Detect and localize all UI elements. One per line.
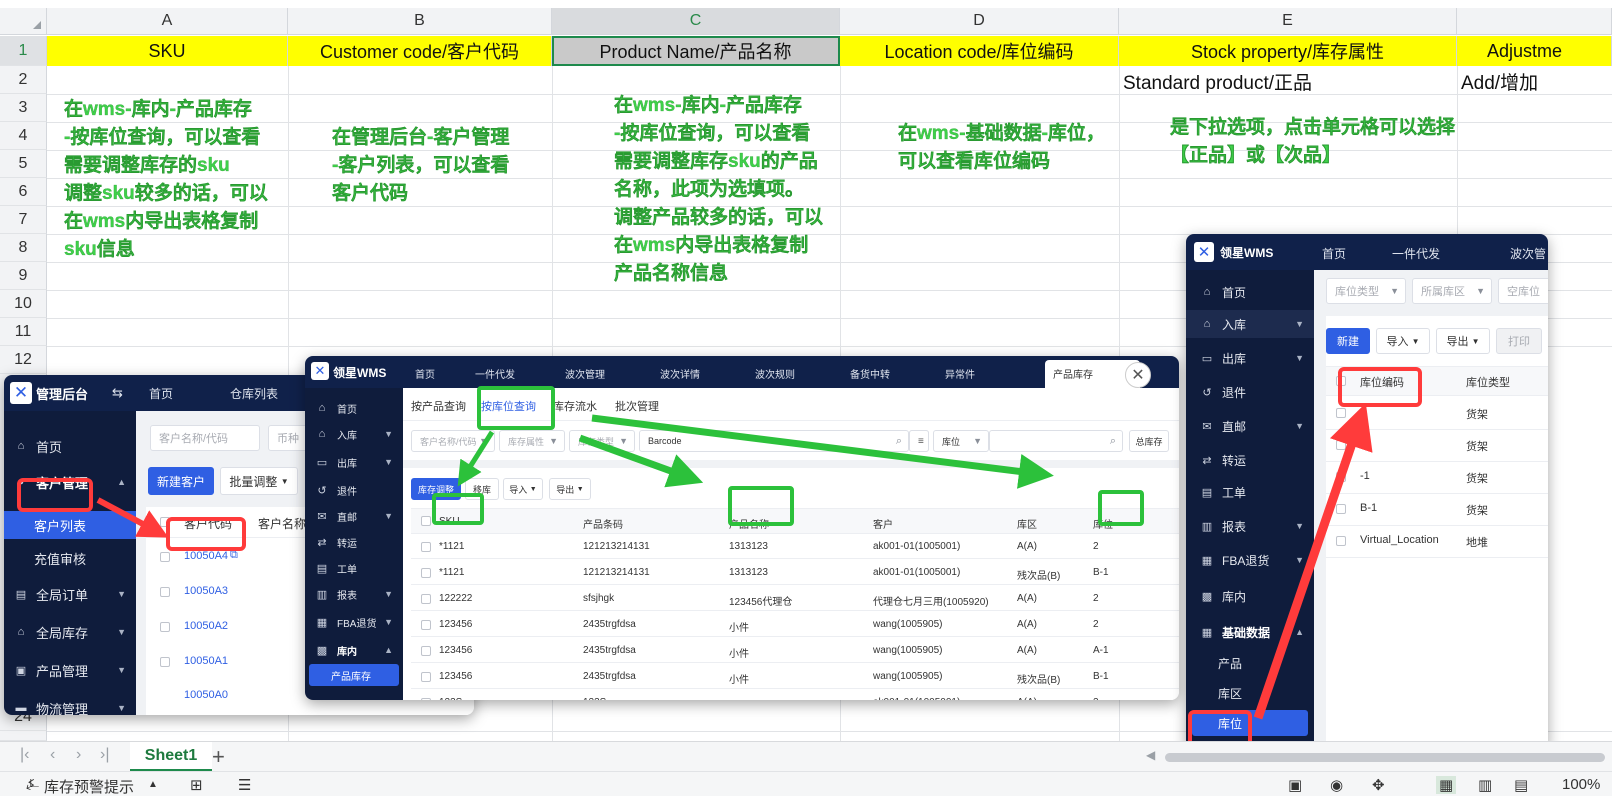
arrow-customer-list-to-code bbox=[96, 497, 169, 538]
add-sheet-icon[interactable]: + bbox=[212, 744, 225, 770]
eye-icon[interactable]: ◉ bbox=[1330, 776, 1343, 794]
page-layout-icon[interactable]: ▥ bbox=[1478, 776, 1492, 794]
annotation-arrows bbox=[96, 402, 1373, 720]
protect-icon[interactable]: ▣ bbox=[1288, 776, 1302, 794]
zoom-level[interactable]: 100% bbox=[1562, 776, 1600, 793]
normal-view-icon[interactable]: ▦ bbox=[1436, 776, 1457, 794]
macro-icon[interactable]: ⊞ bbox=[190, 776, 203, 794]
status-bar: ⍼ 库存预警提示 ▲ ⊞ ☰ ▣ ◉ ✥ ▦ ▥ ▤ 100% bbox=[0, 771, 1612, 796]
freeze-icon[interactable]: ✥ bbox=[1372, 776, 1385, 794]
sheet-tab-sheet1[interactable]: Sheet1 bbox=[130, 742, 212, 772]
sheet-list-icon[interactable]: ☰ bbox=[238, 776, 251, 794]
arrow-tab-to-product-name bbox=[578, 434, 704, 488]
sheet-tab-bar: |‹ ‹ › ›| Sheet1 + ◀ bbox=[0, 741, 1612, 772]
last-sheet-icon[interactable]: ›| bbox=[100, 746, 109, 764]
horizontal-scrollbar[interactable] bbox=[1165, 753, 1605, 762]
next-sheet-icon[interactable]: › bbox=[76, 746, 81, 764]
page-break-icon[interactable]: ▤ bbox=[1514, 776, 1528, 794]
spreadsheet-app: A B C D E 1 2 3 4 5 6 7 8 9 10 11 12 24 … bbox=[0, 0, 1612, 796]
prev-sheet-icon[interactable]: ‹ bbox=[50, 746, 55, 764]
bell-icon[interactable]: ⍼ bbox=[26, 776, 39, 793]
first-sheet-icon[interactable]: |‹ bbox=[20, 746, 29, 764]
chevron-up-icon[interactable]: ▲ bbox=[148, 779, 158, 790]
arrow-location-menu-to-code bbox=[1253, 402, 1373, 720]
stock-alert-label[interactable]: 库存预警提示 bbox=[44, 776, 134, 796]
arrow-tab-to-sku bbox=[457, 430, 495, 487]
scroll-left-icon[interactable]: ◀ bbox=[1146, 748, 1155, 762]
